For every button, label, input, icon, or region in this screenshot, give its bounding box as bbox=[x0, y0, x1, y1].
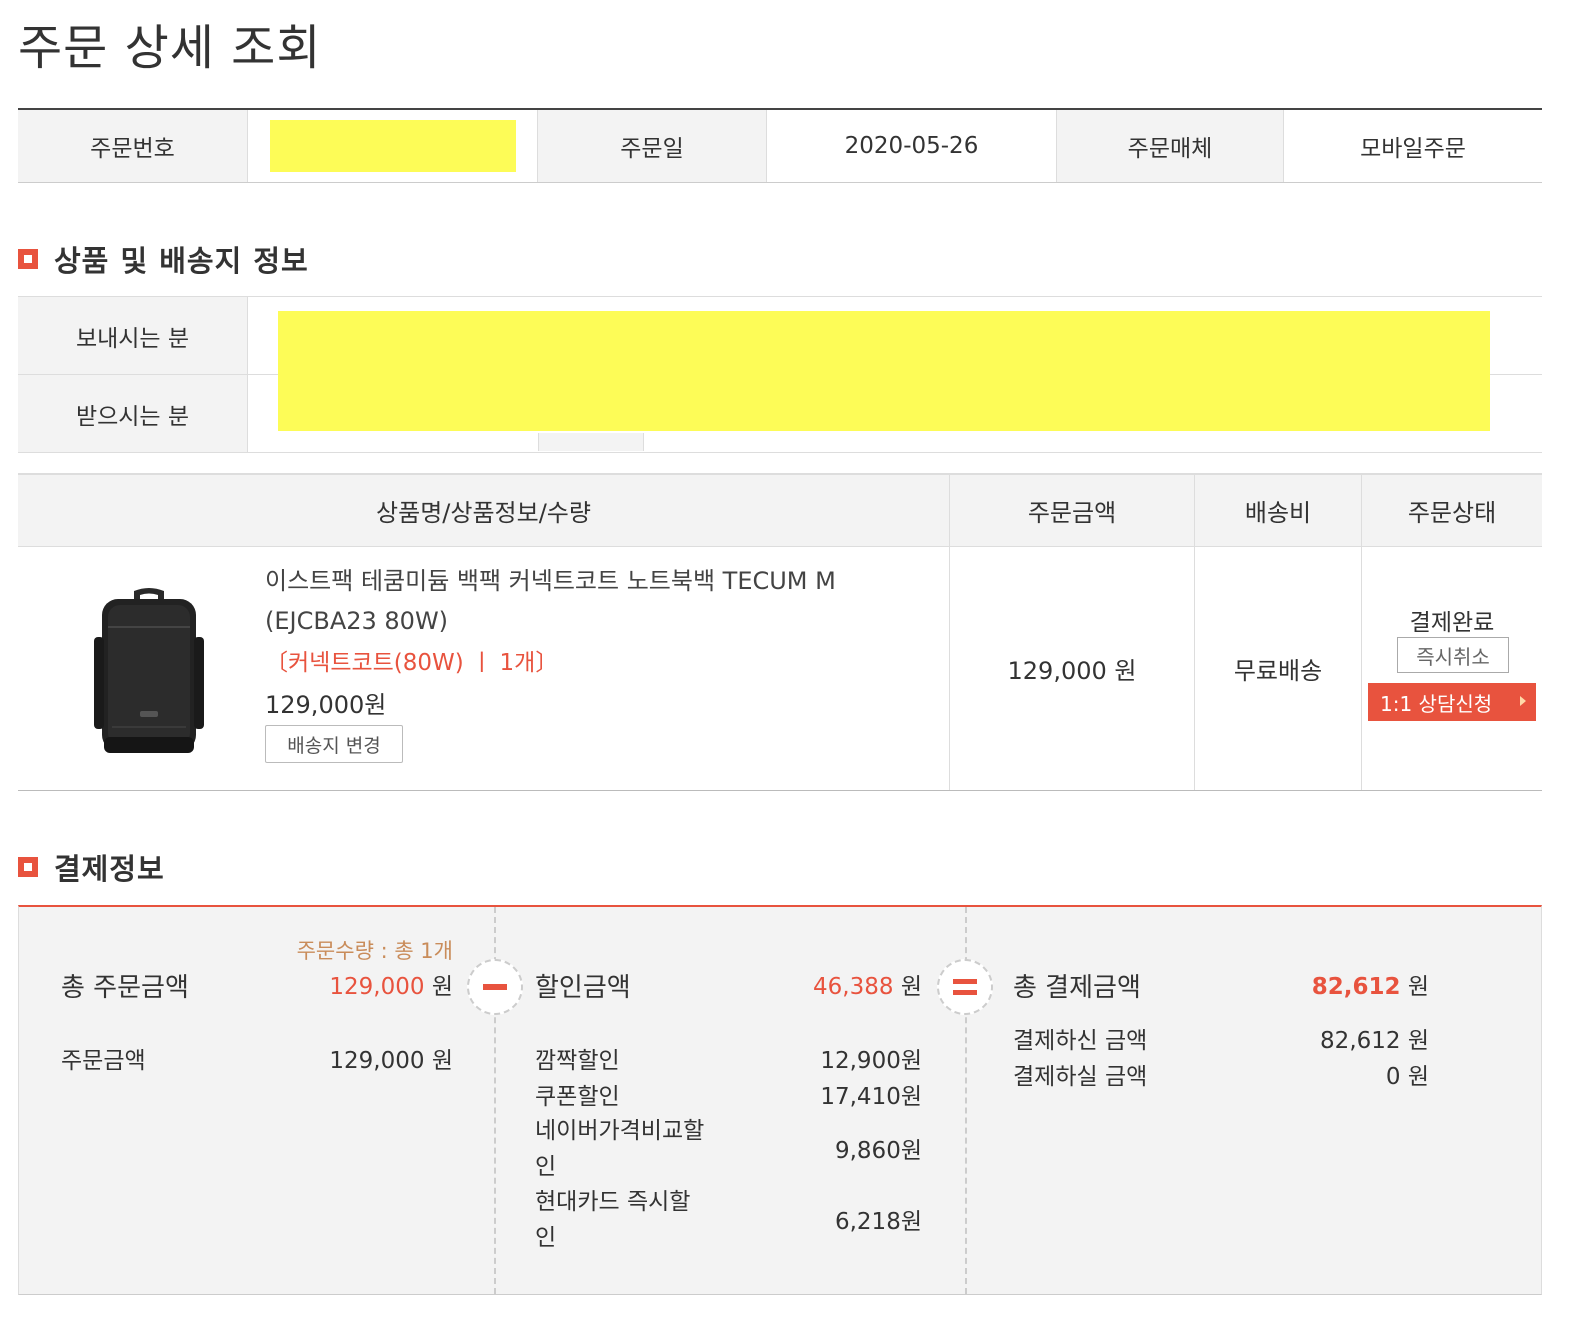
arrow-right-icon bbox=[1520, 696, 1526, 706]
cell-fragment bbox=[538, 433, 644, 451]
sender-label: 보내시는 분 bbox=[18, 297, 248, 374]
shipping-section-title: 상품 및 배송지 정보 bbox=[54, 244, 309, 278]
payment-section-title: 결제정보 bbox=[54, 852, 165, 886]
address-table: 보내시는 분 받으시는 분 bbox=[18, 296, 1542, 453]
receiver-label: 받으시는 분 bbox=[18, 375, 248, 452]
minus-icon bbox=[467, 959, 523, 1015]
product-cell: 이스트팩 테쿰미듐 백팩 커넥트코트 노트북백 TECUM M (EJCBA23… bbox=[18, 547, 950, 790]
order-date-value: 2020-05-26 bbox=[767, 110, 1057, 182]
shipping-fee-cell: 무료배송 bbox=[1195, 547, 1362, 790]
header-order-status: 주문상태 bbox=[1407, 499, 1497, 527]
order-channel-label: 주문매체 bbox=[1057, 110, 1284, 182]
won-unit: 원 bbox=[1407, 974, 1429, 1000]
discount-item-label: 쿠폰할인 bbox=[535, 1084, 620, 1110]
product-table: 상품명/상품정보/수량 주문금액 배송비 주문상태 이스트팩 테쿰미듐 백팩 커… bbox=[18, 473, 1542, 791]
paid-amount-label: 결제하신 금액 bbox=[1013, 1028, 1148, 1054]
discount-item-value: 17,410원 bbox=[820, 1084, 922, 1110]
remaining-amount-value: 0 원 bbox=[1385, 1064, 1429, 1090]
section-bullet-icon bbox=[18, 857, 38, 877]
backpack-image[interactable] bbox=[90, 587, 208, 757]
page-title: 주문 상세 조회 bbox=[18, 20, 322, 76]
change-address-button[interactable]: 배송지 변경 bbox=[265, 725, 403, 763]
paid-amount-value: 82,612 원 bbox=[1320, 1028, 1429, 1054]
header-order-amount: 주문금액 bbox=[950, 475, 1195, 546]
discount-value: 46,388 bbox=[813, 974, 894, 1000]
order-number-label: 주문번호 bbox=[18, 110, 248, 182]
redacted-order-number bbox=[269, 120, 516, 172]
shipping-section-header: 상품 및 배송지 정보 bbox=[18, 238, 309, 280]
order-info-table: 주문번호 주문일 2020-05-26 주문매체 모바일주문 bbox=[18, 108, 1542, 183]
discount-item-label: 네이버가격비교할 인 bbox=[535, 1118, 705, 1180]
total-payment-amount: 82,612 원 bbox=[1312, 967, 1429, 1001]
order-number-value bbox=[248, 110, 538, 182]
discount-item-value: 9,860원 bbox=[834, 1138, 922, 1164]
total-order-amount: 129,000 원 bbox=[329, 967, 453, 1001]
consult-request-label: 1:1 상담신청 bbox=[1380, 691, 1493, 716]
product-option: 〔커넥트코트(80W) ㅣ 1개〕 bbox=[265, 650, 559, 676]
total-order-value: 129,000 bbox=[329, 974, 425, 1000]
discount-item-label: 깜짝할인 bbox=[535, 1048, 620, 1074]
total-payment-label: 총 결제금액 bbox=[1013, 973, 1141, 1003]
order-status-cell: 결제완료 즉시취소 1:1 상담신청 bbox=[1362, 547, 1542, 790]
redacted-address bbox=[278, 311, 1490, 431]
payment-section-header: 결제정보 bbox=[18, 846, 165, 888]
header-shipping-fee: 배송비 bbox=[1195, 475, 1362, 546]
won-unit: 원 bbox=[431, 974, 453, 1000]
order-status: 결제완료 bbox=[1409, 610, 1495, 636]
won-unit: 원 bbox=[900, 974, 922, 1000]
discount-item-value: 12,900원 bbox=[820, 1048, 922, 1074]
consult-request-button[interactable]: 1:1 상담신청 bbox=[1368, 683, 1536, 721]
equals-icon bbox=[937, 959, 993, 1015]
remaining-amount-label: 결제하실 금액 bbox=[1013, 1064, 1148, 1090]
discount-item-value: 6,218원 bbox=[834, 1209, 922, 1235]
order-channel-value: 모바일주문 bbox=[1360, 136, 1466, 162]
product-table-header: 상품명/상품정보/수량 주문금액 배송비 주문상태 bbox=[18, 475, 1542, 547]
total-order-label: 총 주문금액 bbox=[61, 973, 189, 1003]
product-row: 이스트팩 테쿰미듐 백팩 커넥트코트 노트북백 TECUM M (EJCBA23… bbox=[18, 547, 1542, 790]
discount-label: 할인금액 bbox=[535, 973, 631, 1003]
product-name[interactable]: 이스트팩 테쿰미듐 백팩 커넥트코트 노트북백 TECUM M (EJCBA23… bbox=[265, 561, 865, 641]
product-price: 129,000원 bbox=[265, 691, 387, 719]
discount-item-label: 현대카드 즉시할 인 bbox=[535, 1189, 691, 1251]
order-amount-cell: 129,000 원 bbox=[950, 547, 1195, 790]
section-bullet-icon bbox=[18, 249, 38, 269]
total-payment-value: 82,612 bbox=[1311, 974, 1401, 1000]
order-amount-label: 주문금액 bbox=[61, 1048, 146, 1074]
header-product: 상품명/상품정보/수량 bbox=[18, 475, 950, 546]
payment-summary: 주문수량 : 총 1개 총 주문금액 129,000 원 주문금액 129,00… bbox=[18, 905, 1542, 1295]
order-date-label: 주문일 bbox=[538, 110, 767, 182]
order-quantity-note: 주문수량 : 총 1개 bbox=[296, 939, 453, 963]
discount-amount: 46,388 원 bbox=[813, 967, 922, 1001]
order-amount-value: 129,000 원 bbox=[329, 1048, 453, 1074]
instant-cancel-button[interactable]: 즉시취소 bbox=[1397, 637, 1509, 673]
